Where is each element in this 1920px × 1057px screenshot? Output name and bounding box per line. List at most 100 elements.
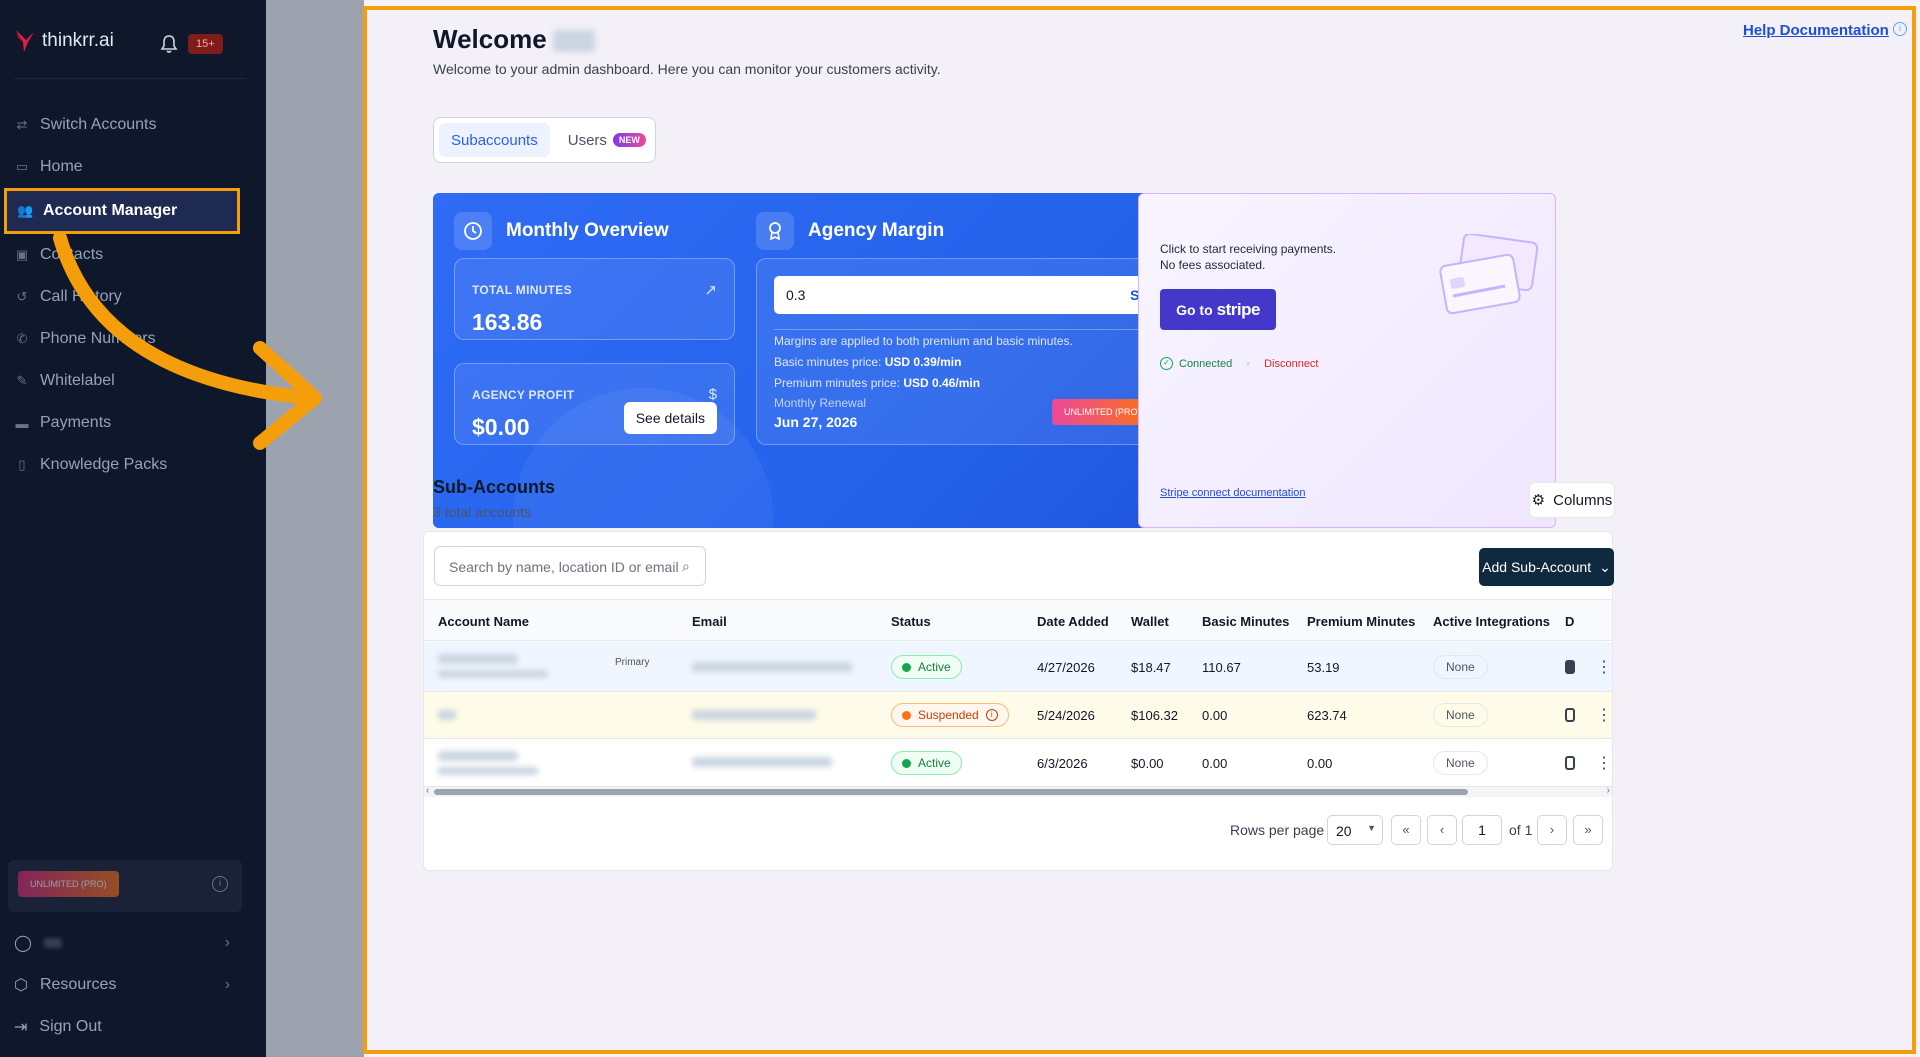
device-icon[interactable] (1565, 708, 1575, 722)
more-options-icon[interactable]: ⋮ (1596, 657, 1612, 677)
tab-users[interactable]: Users NEW (556, 123, 658, 157)
plan-badge[interactable]: UNLIMITED (PRO) (18, 871, 119, 897)
sidebar-item-resources[interactable]: ⬡ Resources › (0, 964, 266, 1006)
disconnect-link[interactable]: Disconnect (1264, 358, 1318, 370)
more-options-icon[interactable]: ⋮ (1596, 705, 1612, 725)
status-text: Active (918, 660, 951, 674)
agency-profit-box: AGENCY PROFIT $0.00 $ See details (454, 363, 735, 445)
premium-price-line: Premium minutes price: USD 0.46/min (774, 373, 1073, 394)
account-name-redacted (438, 654, 518, 664)
search-input[interactable]: Search by name, location ID or email (434, 546, 706, 586)
sliders-icon: ⚙ (1531, 492, 1546, 509)
table-row[interactable]: Active 6/3/2026 $0.00 0.00 0.00 None ⋮ (424, 739, 1612, 787)
switch-icon: ⇄ (16, 117, 28, 132)
go-to-stripe-button[interactable]: Go to stripe (1160, 289, 1276, 330)
trending-up-icon: ↗ (704, 282, 717, 299)
check-circle-icon: ✓ (1160, 357, 1173, 370)
overlay-gutter (266, 0, 364, 1057)
total-minutes-box: TOTAL MINUTES 163.86 ↗ (454, 258, 735, 340)
col-account-name[interactable]: Account Name (438, 614, 529, 629)
brand[interactable]: thinkrr.ai (14, 28, 114, 54)
sidebar-item-profile[interactable]: ◯ › (0, 922, 266, 964)
wallet: $106.32 (1131, 708, 1178, 723)
first-page-button[interactable]: « (1391, 815, 1421, 845)
premium-minutes: 623.74 (1307, 708, 1347, 723)
basic-price-line: Basic minutes price: USD 0.39/min (774, 352, 1073, 373)
basic-price-label: Basic minutes price: (774, 355, 885, 369)
col-wallet[interactable]: Wallet (1131, 614, 1169, 629)
main-content: Welcome Welcome to your admin dashboard.… (363, 6, 1916, 1054)
user-name-redacted (552, 30, 595, 53)
info-icon[interactable]: i (985, 709, 998, 721)
date-added: 4/27/2026 (1037, 660, 1095, 675)
stripe-button-label: Go to (1176, 301, 1213, 318)
agency-margin-box: 0.3 Save Margins are applied to both pre… (756, 258, 1194, 445)
prev-page-button[interactable]: ‹ (1427, 815, 1457, 845)
scrollbar-thumb[interactable] (434, 789, 1468, 795)
book-icon: ▯ (18, 457, 26, 472)
history-icon: ↺ (16, 289, 28, 304)
page-number-input[interactable]: 1 (1462, 815, 1502, 845)
col-truncated[interactable]: D (1565, 614, 1574, 629)
col-premium-minutes[interactable]: Premium Minutes (1307, 614, 1415, 629)
device-icon[interactable] (1565, 756, 1575, 770)
col-active-integrations[interactable]: Active Integrations (1433, 614, 1550, 629)
col-status[interactable]: Status (891, 614, 931, 629)
page-total: of 1 (1509, 822, 1533, 838)
device-icon[interactable] (1565, 660, 1575, 674)
account-id-redacted (438, 670, 548, 678)
next-page-button[interactable]: › (1537, 815, 1567, 845)
contact-icon: ▣ (15, 247, 29, 262)
rows-per-page-select[interactable]: 20 ▼ (1327, 815, 1383, 845)
scroll-left-icon[interactable]: ‹ (426, 785, 429, 796)
stat-label: AGENCY PROFIT (472, 388, 575, 402)
tab-subaccounts[interactable]: Subaccounts (439, 123, 550, 157)
sidebar-divider (14, 78, 246, 79)
scroll-right-icon[interactable]: › (1607, 785, 1610, 796)
award-icon (756, 212, 794, 250)
sidebar-item-label: Knowledge Packs (40, 456, 168, 473)
stripe-card: Click to start receiving payments. No fe… (1138, 193, 1556, 528)
bell-icon[interactable] (160, 34, 178, 59)
notification-badge[interactable]: 15+ (188, 34, 223, 54)
stripe-line: No fees associated. (1160, 258, 1266, 272)
date-added: 6/3/2026 (1037, 756, 1088, 771)
columns-button[interactable]: ⚙ Columns (1529, 482, 1615, 518)
premium-minutes: 0.00 (1307, 756, 1333, 771)
account-name-redacted (438, 710, 456, 720)
subaccounts-count: 3 total accounts (433, 504, 532, 520)
account-name-redacted (438, 751, 518, 761)
card-icon: ▬ (15, 415, 29, 431)
col-email[interactable]: Email (692, 614, 727, 629)
monthly-overview-header: Monthly Overview (454, 212, 669, 250)
stripe-docs-link[interactable]: Stripe connect documentation (1160, 487, 1306, 499)
col-date-added[interactable]: Date Added (1037, 614, 1109, 629)
sidebar-item-sign-out[interactable]: ⇥ Sign Out (0, 1006, 266, 1048)
pagination: Rows per page 20 ▼ « ‹ 1 of 1 › » (424, 804, 1612, 854)
sidebar-plan-card: UNLIMITED (PRO) i (8, 860, 242, 912)
table-row[interactable]: Primary Active 4/27/2026 $18.47 110.67 5… (424, 642, 1612, 692)
see-details-button[interactable]: See details (623, 402, 717, 434)
col-basic-minutes[interactable]: Basic Minutes (1202, 614, 1289, 629)
email-redacted (692, 757, 832, 767)
info-icon[interactable]: i (212, 876, 228, 892)
horizontal-scrollbar[interactable]: ‹ › (424, 785, 1612, 797)
add-subaccount-button[interactable]: Add Sub-Account ⌄ (1479, 548, 1614, 586)
help-documentation-link[interactable]: Help Documentation (1743, 22, 1889, 39)
agency-margin-header: Agency Margin (756, 212, 944, 250)
basic-price-value: USD 0.39/min (884, 355, 962, 369)
cube-icon: ⬡ (14, 977, 28, 994)
info-icon[interactable]: i (1893, 22, 1907, 36)
table-row[interactable]: Suspended i 5/24/2026 $106.32 0.00 623.74… (424, 692, 1612, 739)
stripe-description: Click to start receiving payments. No fe… (1160, 241, 1336, 273)
basic-minutes: 0.00 (1202, 708, 1228, 723)
sidebar-item-home[interactable]: ▭ Home (0, 146, 266, 188)
more-options-icon[interactable]: ⋮ (1596, 753, 1612, 773)
sidebar-item-switch-accounts[interactable]: ⇄ Switch Accounts (0, 104, 266, 146)
rows-per-page-value: 20 (1336, 823, 1352, 839)
premium-minutes: 53.19 (1307, 660, 1340, 675)
last-page-button[interactable]: » (1573, 815, 1603, 845)
phone-icon: ✆ (16, 331, 28, 346)
search-icon: ⌕ (682, 558, 690, 574)
status-text: Active (918, 756, 951, 770)
